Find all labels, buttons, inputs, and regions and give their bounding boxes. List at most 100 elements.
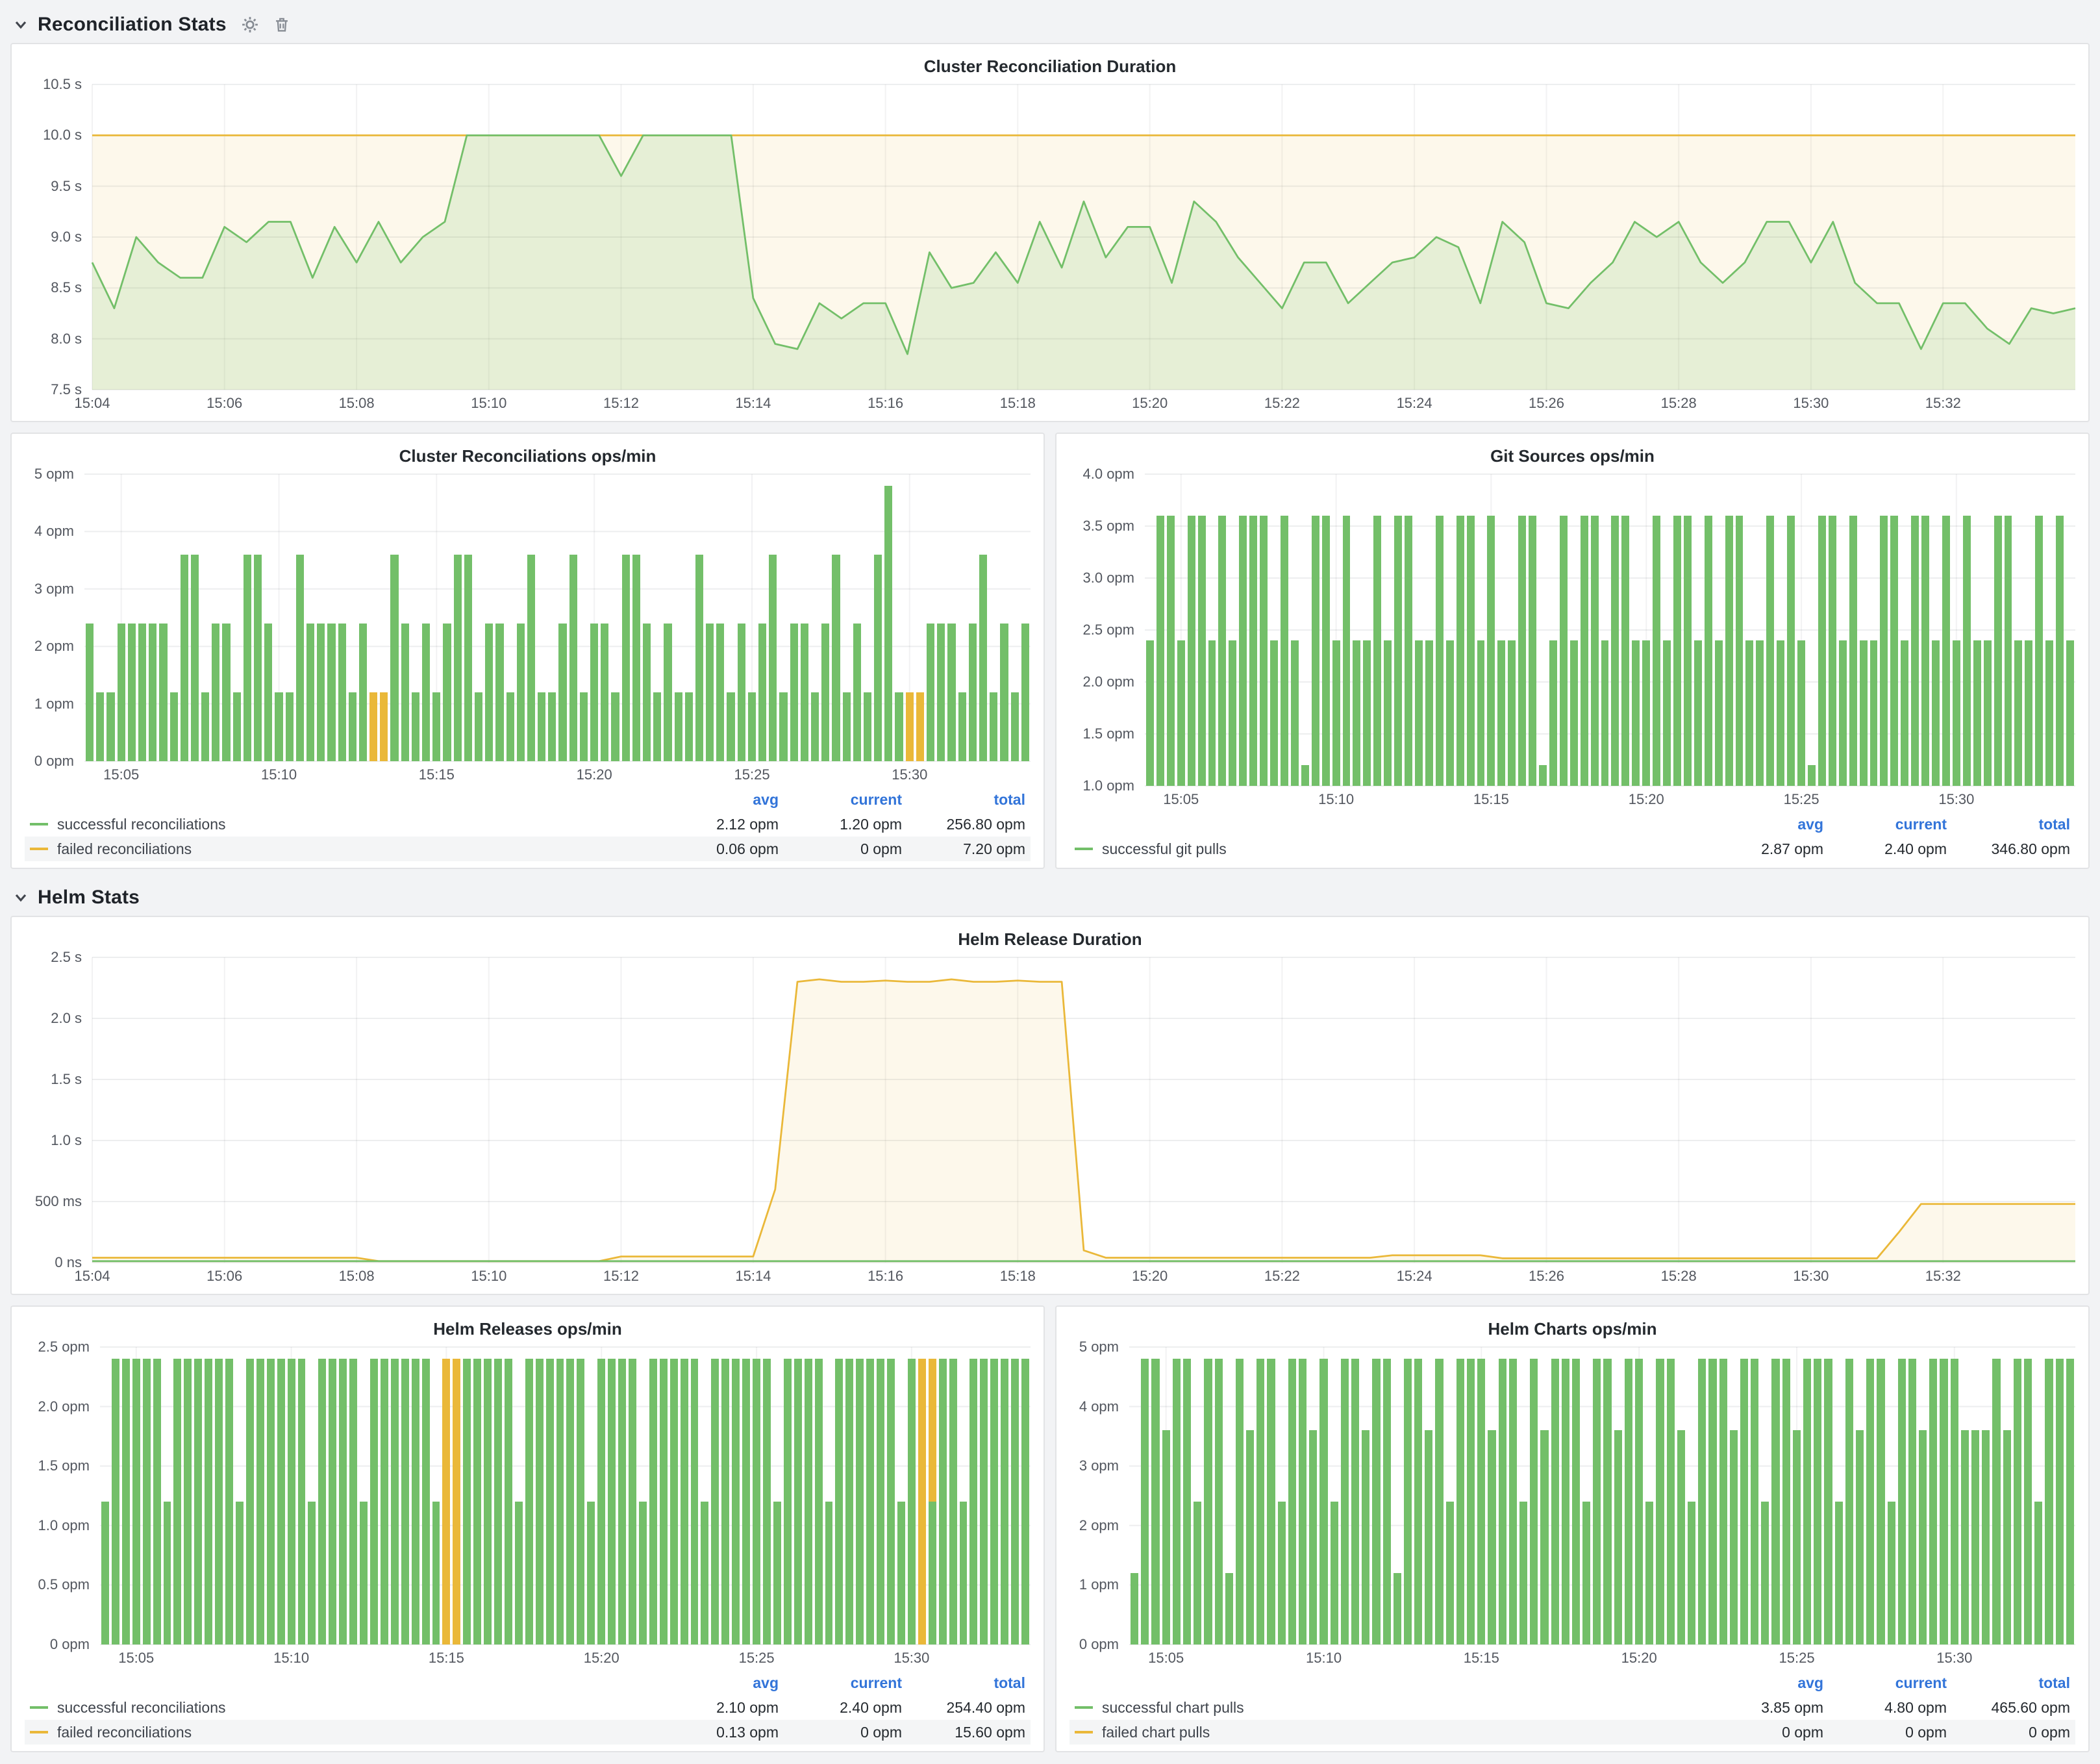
bar xyxy=(969,474,977,761)
panel-title[interactable]: Cluster Reconciliation Duration xyxy=(25,53,2075,79)
x-tick-label: 15:22 xyxy=(1264,1269,1300,1283)
bar xyxy=(1225,1347,1233,1644)
legend-series-toggle[interactable]: successful reconciliations xyxy=(25,812,660,837)
bar xyxy=(1797,474,1805,786)
section-header-helm-stats[interactable]: Helm Stats xyxy=(10,879,2090,916)
bar xyxy=(1901,474,1908,786)
bar xyxy=(864,474,871,761)
success-bar-segment xyxy=(1684,516,1692,786)
section-header-reconciliation-stats[interactable]: Reconciliation Stats xyxy=(10,6,2090,43)
panel-title[interactable]: Helm Charts ops/min xyxy=(1069,1316,2075,1342)
bar xyxy=(1777,474,1784,786)
bar xyxy=(856,1347,864,1644)
success-bar-segment xyxy=(874,555,882,761)
bar xyxy=(1688,1347,1695,1644)
legend-value: 0 opm xyxy=(1829,1720,1952,1745)
y-tick-label: 1.5 opm xyxy=(38,1459,90,1473)
legend-series-toggle[interactable]: successful git pulls xyxy=(1069,837,1705,861)
success-bar-segment xyxy=(1625,1359,1632,1644)
legend: avgcurrenttotal successful reconciliation… xyxy=(25,1670,1031,1745)
legend-series-toggle[interactable]: failed reconciliations xyxy=(25,1720,660,1745)
x-tick-label: 15:10 xyxy=(261,768,297,782)
success-bar-segment xyxy=(1162,1430,1170,1644)
bar xyxy=(1942,474,1950,786)
y-tick-label: 1.0 opm xyxy=(38,1518,90,1533)
legend-sort-avg[interactable]: avg xyxy=(1705,1670,1829,1695)
legend-series-toggle[interactable]: successful reconciliations xyxy=(25,1695,660,1720)
chevron-down-icon[interactable] xyxy=(13,17,29,32)
legend-sort-current[interactable]: current xyxy=(784,787,907,812)
success-bar-segment xyxy=(908,1359,916,1644)
bar xyxy=(1477,474,1485,786)
bar xyxy=(1667,1347,1675,1644)
plot-area xyxy=(84,474,1031,761)
success-bar-segment xyxy=(1156,516,1164,786)
bar xyxy=(832,474,840,761)
bar xyxy=(101,1347,109,1644)
x-tick-label: 15:15 xyxy=(1473,792,1509,807)
bar xyxy=(727,474,734,761)
bar xyxy=(1656,1347,1664,1644)
legend-sort-total[interactable]: total xyxy=(907,787,1031,812)
success-bar-segment xyxy=(112,1359,119,1644)
bar xyxy=(505,1347,512,1644)
success-bar-segment xyxy=(748,692,756,761)
legend-sort-total[interactable]: total xyxy=(1952,812,2075,837)
panel-title[interactable]: Helm Releases ops/min xyxy=(25,1316,1031,1342)
bar xyxy=(2066,474,2074,786)
success-bar-segment xyxy=(1756,640,1764,786)
x-axis: 15:0515:1015:1515:2015:2515:30 xyxy=(1069,786,2075,811)
x-tick-label: 15:30 xyxy=(1793,396,1829,410)
success-bar-segment xyxy=(1888,1502,1895,1644)
legend-series-toggle[interactable]: failed reconciliations xyxy=(25,837,660,861)
x-tick-label: 15:05 xyxy=(1148,1651,1184,1665)
legend-sort-total[interactable]: total xyxy=(907,1670,1031,1695)
chevron-down-icon[interactable] xyxy=(13,890,29,905)
success-bar-segment xyxy=(611,692,619,761)
legend-sort-avg[interactable]: avg xyxy=(660,787,784,812)
bar xyxy=(608,1347,616,1644)
legend-sort-total[interactable]: total xyxy=(1952,1670,2075,1695)
legend-sort-avg[interactable]: avg xyxy=(660,1670,784,1695)
bar xyxy=(1383,1347,1391,1644)
y-tick-label: 0 opm xyxy=(50,1637,90,1652)
y-tick-label: 1.0 opm xyxy=(1083,779,1135,793)
legend-value: 2.87 opm xyxy=(1705,837,1829,861)
legend-sort-current[interactable]: current xyxy=(784,1670,907,1695)
success-bar-segment xyxy=(566,1359,574,1644)
bar xyxy=(1278,1347,1286,1644)
y-tick-label: 4 opm xyxy=(1079,1400,1119,1414)
bar xyxy=(1508,474,1516,786)
bar xyxy=(1992,1347,2000,1644)
y-tick-label: 2.5 s xyxy=(51,950,82,964)
success-bar-segment xyxy=(1725,516,1733,786)
bar xyxy=(1766,474,1774,786)
success-bar-segment xyxy=(1824,1359,1832,1644)
legend-sort-current[interactable]: current xyxy=(1829,812,1952,837)
panel-title[interactable]: Git Sources ops/min xyxy=(1069,443,2075,469)
bars xyxy=(1145,474,2075,786)
legend-sort-current[interactable]: current xyxy=(1829,1670,1952,1695)
bar xyxy=(2024,1347,2032,1644)
success-bar-segment xyxy=(1866,1359,1874,1644)
legend-series-toggle[interactable]: successful chart pulls xyxy=(1069,1695,1705,1720)
bar xyxy=(748,474,756,761)
x-tick-label: 15:30 xyxy=(1936,1651,1972,1665)
chart-helm-charts-opm: 5 opm4 opm3 opm2 opm1 opm0 opm15:0515:10… xyxy=(1069,1347,2075,1745)
bar xyxy=(1467,474,1475,786)
bar xyxy=(653,474,661,761)
panel-title[interactable]: Helm Release Duration xyxy=(25,926,2075,952)
trash-icon[interactable] xyxy=(273,16,290,34)
success-bar-segment xyxy=(1572,1359,1580,1644)
x-axis: 15:0515:1015:1515:2015:2515:30 xyxy=(25,761,1031,786)
panel-helm-charts-opm: Helm Charts ops/min 5 opm4 opm3 opm2 opm… xyxy=(1055,1305,2090,1752)
bar xyxy=(1363,474,1371,786)
panel-title[interactable]: Cluster Reconciliations ops/min xyxy=(25,443,1031,469)
bar xyxy=(369,474,377,761)
legend-table: avgcurrenttotal successful reconciliation… xyxy=(25,787,1031,861)
bar xyxy=(1331,1347,1338,1644)
legend-sort-avg[interactable]: avg xyxy=(1705,812,1829,837)
legend-series-toggle[interactable]: failed chart pulls xyxy=(1069,1720,1705,1745)
gear-icon[interactable] xyxy=(241,16,259,34)
x-tick-label: 15:16 xyxy=(868,396,903,410)
